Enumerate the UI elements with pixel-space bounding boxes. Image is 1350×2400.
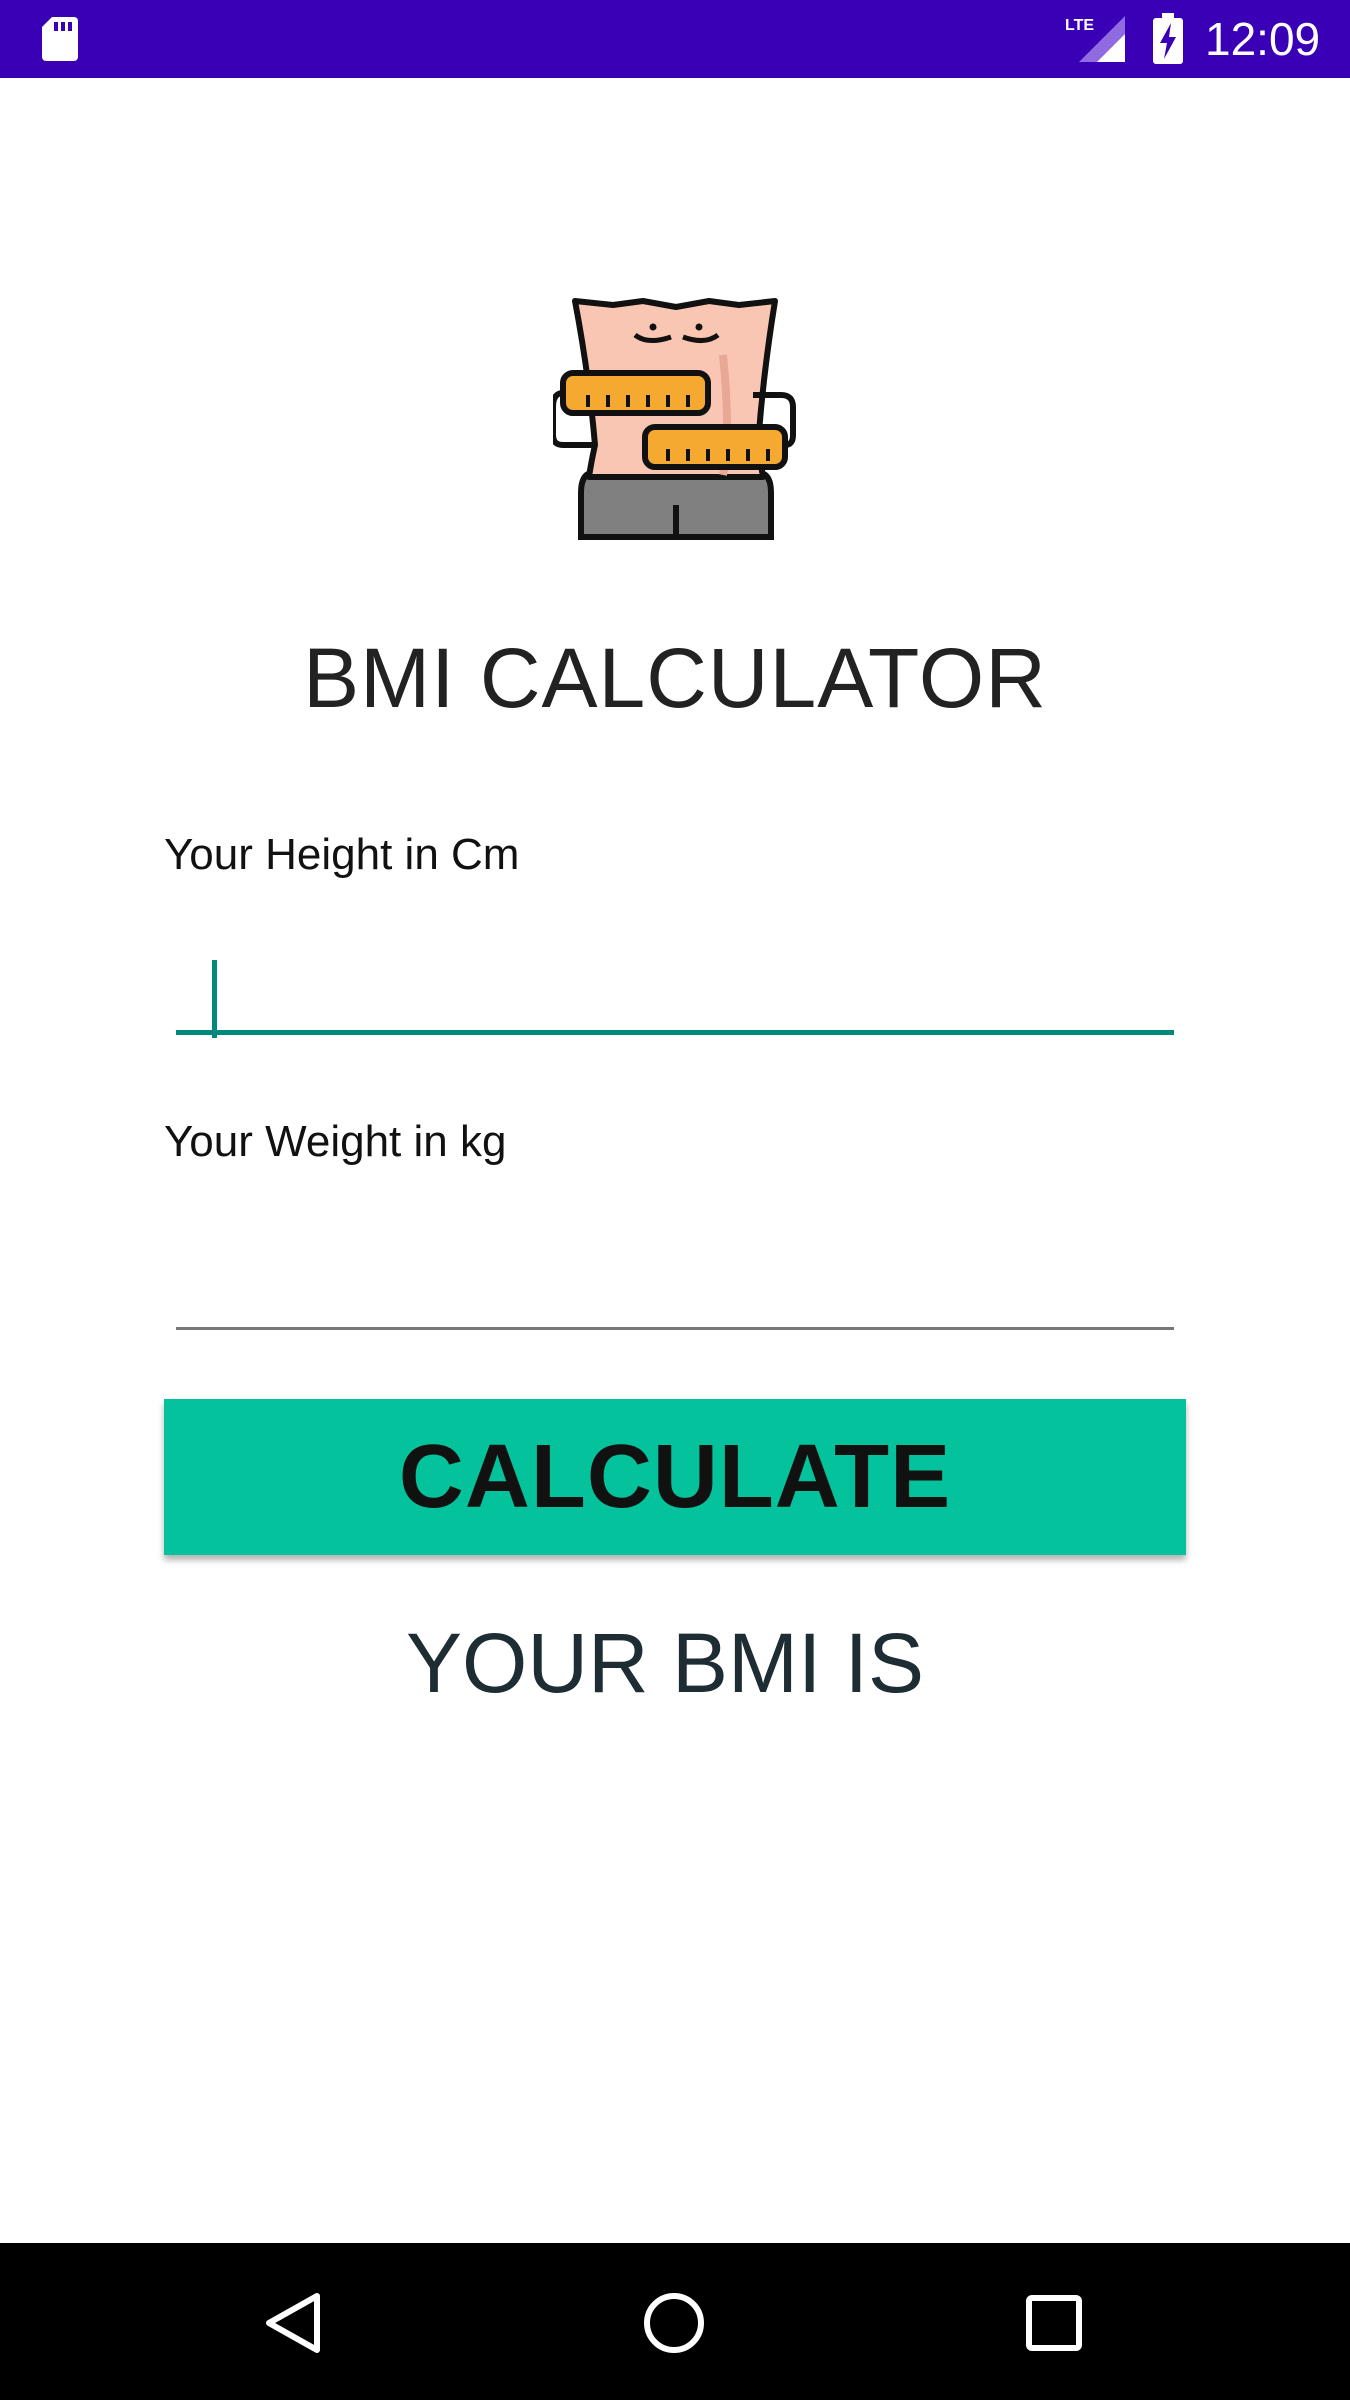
lte-signal-icon: LTE [1065, 16, 1125, 62]
text-cursor [212, 960, 217, 1038]
app-title: BMI CALCULATOR [303, 631, 1047, 725]
bmi-result-text: YOUR BMI IS [405, 1616, 925, 1710]
recents-icon[interactable] [1024, 2293, 1084, 2353]
svg-text:LTE: LTE [1065, 17, 1094, 34]
screen: LTE 12:09 BMI CALCULATOR Your Height in … [0, 0, 1350, 2400]
status-bar: LTE 12:09 [0, 0, 1350, 78]
status-time: 12:09 [1205, 13, 1321, 65]
height-label: Your Height in Cm [164, 830, 520, 879]
home-icon[interactable] [641, 2290, 707, 2356]
height-input[interactable] [176, 955, 1174, 1035]
back-icon[interactable] [263, 2290, 323, 2356]
body-measuring-tape-icon [553, 298, 796, 540]
sd-card-icon [42, 17, 78, 61]
weight-input[interactable] [176, 1250, 1174, 1330]
battery-charging-icon [1153, 13, 1183, 64]
weight-label: Your Weight in kg [164, 1117, 507, 1166]
calculate-button[interactable]: CALCULATE [164, 1399, 1186, 1555]
